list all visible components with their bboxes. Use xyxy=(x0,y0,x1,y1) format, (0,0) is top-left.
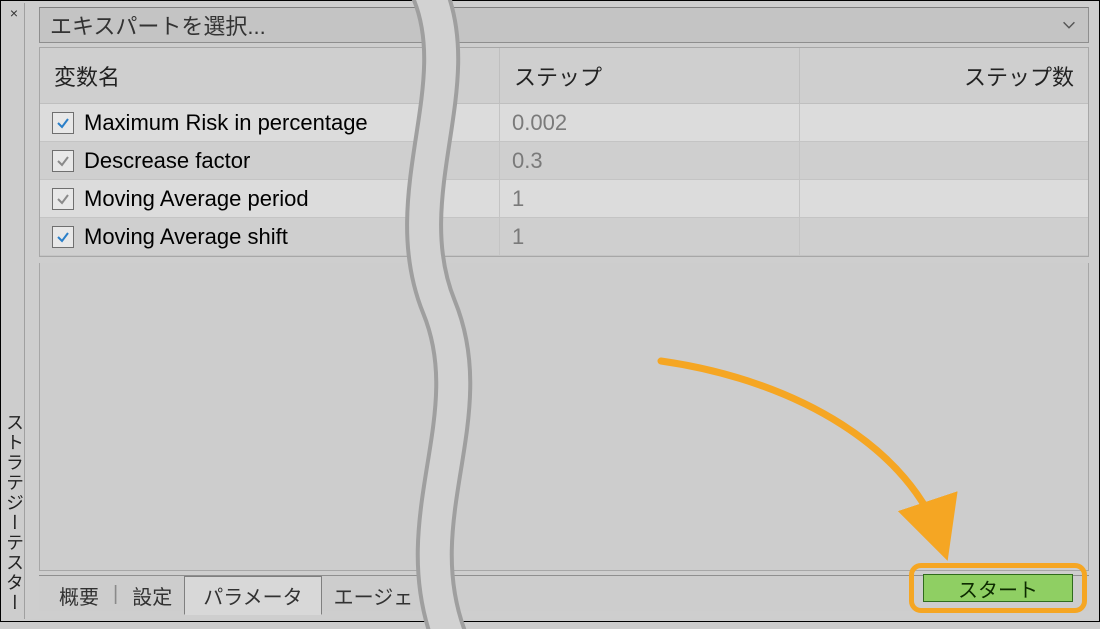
checkbox[interactable] xyxy=(52,112,74,134)
table-row[interactable]: Moving Average shift 1 xyxy=(40,218,1088,256)
checkbox[interactable] xyxy=(52,150,74,172)
param-name: Moving Average period xyxy=(84,186,309,212)
tab-settings[interactable]: 設定 xyxy=(120,577,184,612)
checkbox[interactable] xyxy=(52,188,74,210)
chevron-down-icon xyxy=(1060,16,1078,34)
param-step[interactable]: 1 xyxy=(500,218,800,255)
tab-separator: | xyxy=(111,583,120,606)
checkbox[interactable] xyxy=(52,226,74,248)
side-title-bar: × ストラテジーテスター xyxy=(3,3,25,619)
col-header-count[interactable]: ステップ数 xyxy=(800,48,1088,103)
tab-overview[interactable]: 概要 xyxy=(47,577,111,612)
app-window: × ストラテジーテスター エキスパートを選択... 変数名 ステップ ステップ数 xyxy=(0,0,1100,622)
param-name: Maximum Risk in percentage xyxy=(84,110,368,136)
tab-agents[interactable]: エージェ xyxy=(322,577,426,612)
param-step[interactable]: 1 xyxy=(500,180,800,217)
param-count[interactable] xyxy=(800,180,1088,217)
checkmark-icon xyxy=(55,229,71,245)
param-name: Descrease factor xyxy=(84,148,250,174)
param-name: Moving Average shift xyxy=(84,224,288,250)
expert-select-dropdown[interactable]: エキスパートを選択... xyxy=(39,7,1089,43)
checkmark-icon xyxy=(55,191,71,207)
param-count[interactable] xyxy=(800,218,1088,255)
empty-area xyxy=(39,263,1089,571)
param-count[interactable] xyxy=(800,104,1088,141)
param-step[interactable]: 0.002 xyxy=(500,104,800,141)
col-header-name[interactable]: 変数名 xyxy=(40,48,500,103)
table-row[interactable]: Maximum Risk in percentage 0.002 xyxy=(40,104,1088,142)
table-row[interactable]: Descrease factor 0.3 xyxy=(40,142,1088,180)
param-step[interactable]: 0.3 xyxy=(500,142,800,179)
param-count[interactable] xyxy=(800,142,1088,179)
table-body: Maximum Risk in percentage 0.002 Descrea… xyxy=(40,104,1088,256)
parameters-table: 変数名 ステップ ステップ数 Maximum Risk in percentag… xyxy=(39,47,1089,257)
checkmark-icon xyxy=(55,153,71,169)
table-header-row: 変数名 ステップ ステップ数 xyxy=(40,48,1088,104)
main-panel: エキスパートを選択... 変数名 ステップ ステップ数 Maximum Risk… xyxy=(25,3,1097,619)
expert-select-placeholder: エキスパートを選択... xyxy=(50,9,266,41)
close-icon[interactable]: × xyxy=(3,5,25,21)
checkmark-icon xyxy=(55,115,71,131)
tab-parameters[interactable]: パラメータ xyxy=(184,576,321,615)
start-button-highlight: スタート xyxy=(909,563,1087,613)
col-header-step[interactable]: ステップ xyxy=(500,48,800,103)
panel-title: ストラテジーテスター xyxy=(3,55,25,615)
start-button[interactable]: スタート xyxy=(923,574,1073,602)
table-row[interactable]: Moving Average period 1 xyxy=(40,180,1088,218)
